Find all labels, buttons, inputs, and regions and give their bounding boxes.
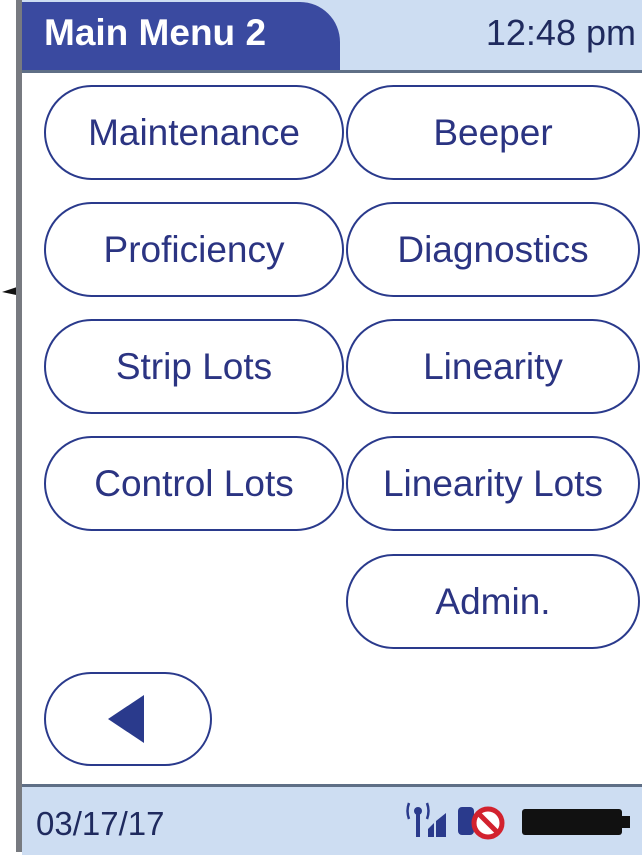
clock-time: 12:48 pm	[485, 12, 636, 53]
linearity-button[interactable]: Linearity	[346, 319, 640, 414]
strip-lots-button[interactable]: Strip Lots	[44, 319, 344, 414]
left-triangle-icon	[108, 695, 144, 743]
status-bar: 03/17/17	[22, 784, 642, 855]
header-bar: Main Menu 2 12:48 pm	[22, 0, 642, 73]
back-button[interactable]	[44, 672, 212, 766]
diagnostics-button[interactable]: Diagnostics	[346, 202, 640, 297]
battery-icon	[522, 809, 630, 835]
status-date: 03/17/17	[36, 805, 165, 842]
wireless-signal-icon	[406, 802, 446, 837]
proficiency-button[interactable]: Proficiency	[44, 202, 344, 297]
maintenance-button[interactable]: Maintenance	[44, 85, 344, 180]
no-connection-icon	[458, 806, 505, 840]
linearity-lots-button[interactable]: Linearity Lots	[346, 436, 640, 531]
status-icons	[404, 799, 636, 843]
device-screen: Main Menu 2 12:48 pm Maintenance Beeper …	[16, 0, 642, 855]
page-title: Main Menu 2	[44, 12, 267, 53]
control-lots-button[interactable]: Control Lots	[44, 436, 344, 531]
admin-button[interactable]: Admin.	[346, 554, 640, 649]
title-tab: Main Menu 2	[22, 2, 340, 70]
beeper-button[interactable]: Beeper	[346, 85, 640, 180]
